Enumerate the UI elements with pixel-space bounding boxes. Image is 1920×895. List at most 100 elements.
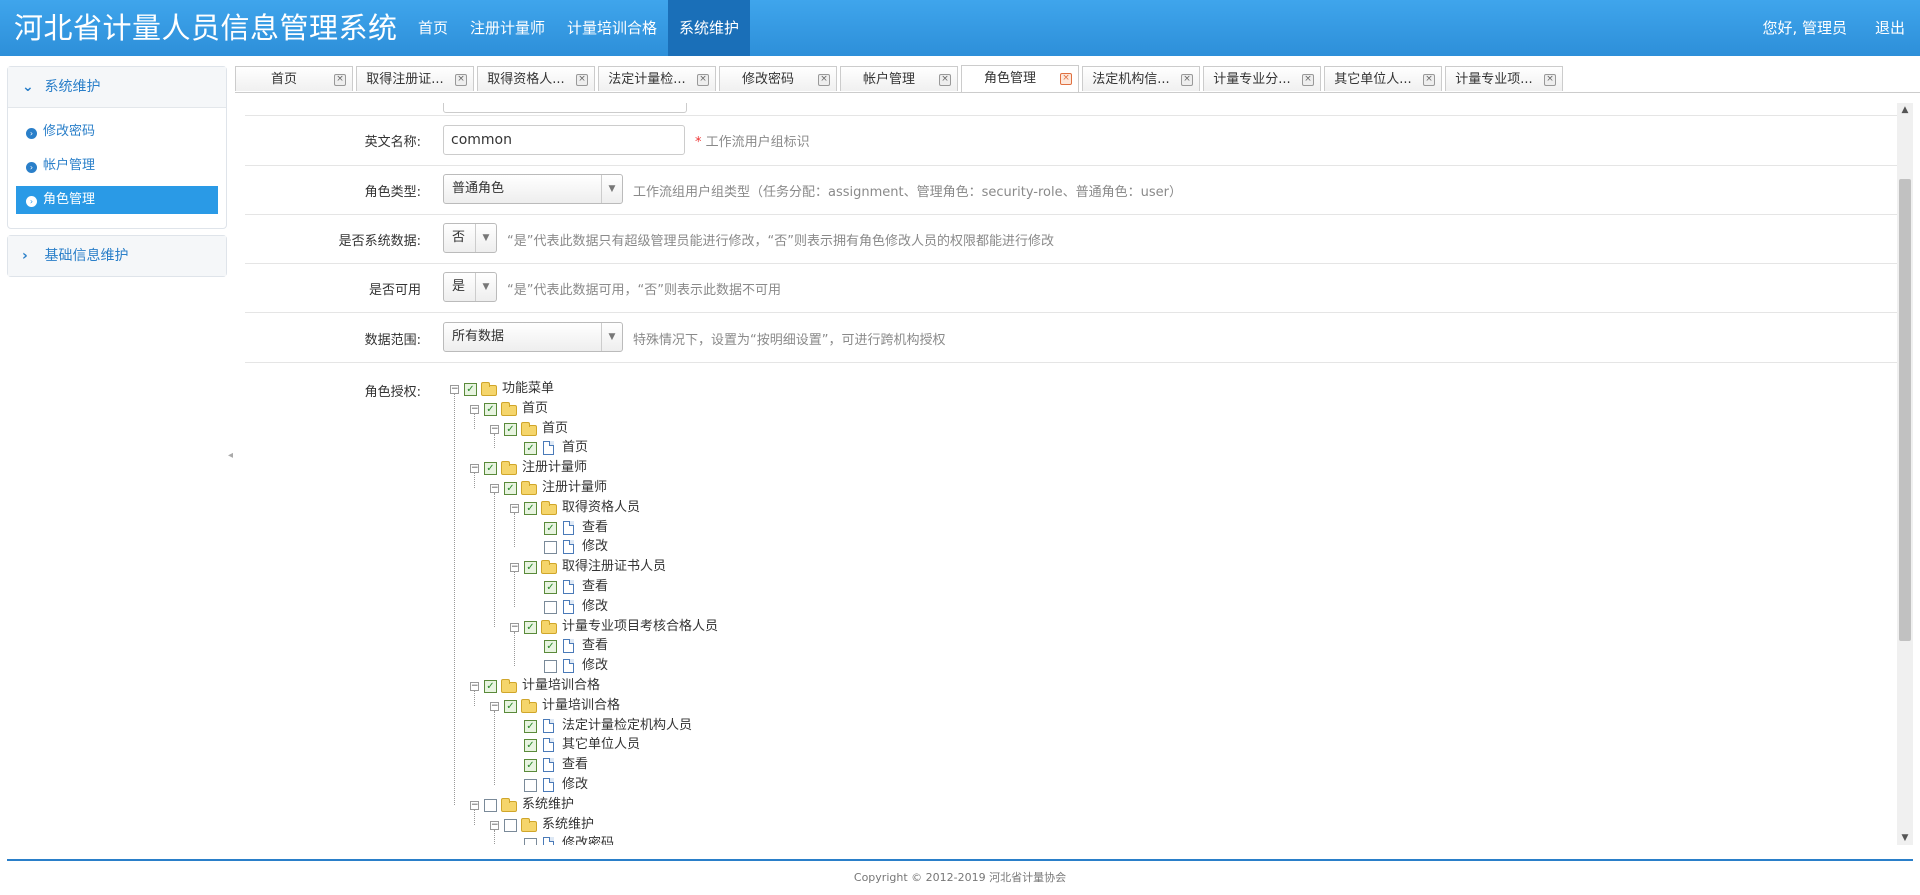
tree-checkbox[interactable]: ✓ [504, 422, 517, 436]
nav-item[interactable]: 系统维护 [668, 0, 751, 56]
tab[interactable]: 法定计量检... × [598, 66, 716, 91]
sidebar-panel-system-header[interactable]: ⌄ 系统维护 [8, 67, 226, 108]
tree-node-label[interactable]: 查看 [582, 518, 608, 538]
tree-checkbox[interactable]: ✓ [544, 640, 557, 654]
close-icon[interactable]: × [455, 74, 467, 86]
text-input-partial[interactable] [443, 103, 687, 113]
dropdown-arrow-icon[interactable]: ▼ [601, 175, 622, 203]
dropdown-arrow-icon[interactable]: ▼ [601, 323, 622, 351]
tree-node-label[interactable]: 首页 [522, 399, 548, 419]
tree-checkbox[interactable]: ✓ [464, 383, 477, 396]
sidebar-item[interactable]: › 角色管理 [16, 186, 218, 214]
tree-node-label[interactable]: 修改密码 [562, 834, 614, 845]
close-icon[interactable]: × [1544, 74, 1556, 86]
tree-checkbox[interactable]: ✓ [524, 759, 537, 773]
tree-node-label[interactable]: 修改 [582, 537, 608, 557]
nav-item[interactable]: 计量培训合格 [556, 0, 668, 56]
tree-node-label[interactable]: 查看 [562, 755, 588, 775]
collapse-minus-icon[interactable]: − [450, 385, 459, 394]
tree-checkbox[interactable]: ✓ [544, 521, 557, 535]
collapse-minus-icon[interactable]: − [490, 424, 499, 434]
tree-checkbox[interactable] [544, 600, 557, 614]
tree-checkbox[interactable]: ✓ [484, 680, 497, 693]
collapse-handle-icon[interactable]: ◂ [228, 450, 234, 462]
close-icon[interactable]: × [334, 74, 346, 86]
user-greeting[interactable]: 您好, 管理员 [1762, 0, 1847, 56]
english-name-input[interactable]: common [443, 125, 685, 155]
tree-node-label[interactable]: 注册计量师 [542, 478, 607, 498]
tree-checkbox[interactable]: ✓ [484, 462, 497, 476]
close-icon[interactable]: × [697, 74, 709, 86]
dropdown-arrow-icon[interactable]: ▼ [475, 273, 496, 301]
collapse-minus-icon[interactable]: − [510, 563, 519, 573]
tree-checkbox[interactable]: ✓ [504, 699, 517, 713]
tab[interactable]: 法定机构信... × [1082, 66, 1200, 91]
tab[interactable]: 计量专业分... × [1203, 66, 1321, 91]
tree-checkbox[interactable] [544, 660, 557, 674]
tree-node-label[interactable]: 法定计量检定机构人员 [562, 716, 692, 736]
sidebar-item[interactable]: › 帐户管理 [16, 152, 218, 180]
tree-checkbox[interactable]: ✓ [524, 561, 537, 575]
tree-checkbox[interactable] [524, 779, 537, 792]
nav-item[interactable]: 首页 [407, 0, 459, 56]
collapse-minus-icon[interactable]: − [470, 800, 479, 810]
close-icon[interactable]: × [1302, 74, 1314, 86]
is-enabled-select[interactable]: 是 ▼ [443, 272, 497, 302]
collapse-minus-icon[interactable]: − [490, 701, 499, 711]
close-icon[interactable]: × [1181, 74, 1193, 86]
tree-checkbox[interactable]: ✓ [544, 581, 557, 594]
scrollbar-thumb[interactable] [1899, 179, 1911, 641]
tree-node-label[interactable]: 系统维护 [522, 795, 574, 815]
tree-checkbox[interactable]: ✓ [524, 501, 537, 515]
tree-node-label[interactable]: 系统维护 [542, 815, 594, 835]
tree-node-label[interactable]: 其它单位人员 [562, 735, 640, 755]
tree-checkbox[interactable]: ✓ [524, 442, 537, 456]
tree-node-label[interactable]: 首页 [562, 438, 588, 458]
tree-checkbox[interactable]: ✓ [484, 402, 497, 416]
tree-checkbox[interactable]: ✓ [524, 719, 537, 733]
tree-node-label[interactable]: 计量培训合格 [522, 676, 600, 696]
tree-node-label[interactable]: 查看 [582, 577, 608, 597]
collapse-minus-icon[interactable]: − [470, 682, 479, 691]
tree-checkbox[interactable]: ✓ [524, 620, 537, 634]
tree-node-label[interactable]: 计量专业项目考核合格人员 [562, 617, 718, 637]
tree-node-label[interactable]: 修改 [582, 597, 608, 617]
close-icon[interactable]: × [818, 74, 830, 86]
tree-node-label[interactable]: 修改 [562, 775, 588, 795]
vertical-scrollbar[interactable]: ▲ ▼ [1897, 103, 1913, 845]
sidebar-panel-basic-info-header[interactable]: › 基础信息维护 [8, 236, 226, 276]
role-type-select[interactable]: 普通角色 ▼ [443, 174, 623, 204]
collapse-minus-icon[interactable]: − [470, 404, 479, 414]
close-icon[interactable]: × [1423, 74, 1435, 86]
tree-checkbox[interactable] [484, 798, 497, 812]
tree-node-label[interactable]: 取得注册证书人员 [562, 557, 666, 577]
tree-node-label[interactable]: 查看 [582, 636, 608, 656]
collapse-minus-icon[interactable]: − [490, 820, 499, 830]
scroll-up-arrow-icon[interactable]: ▲ [1897, 103, 1913, 117]
close-icon[interactable]: × [1060, 73, 1072, 85]
data-scope-select[interactable]: 所有数据 ▼ [443, 322, 623, 352]
tree-node-label[interactable]: 计量培训合格 [542, 696, 620, 716]
logout-link[interactable]: 退出 [1875, 0, 1905, 56]
tree-checkbox[interactable] [504, 818, 517, 832]
tree-node-label[interactable]: 功能菜单 [502, 379, 554, 399]
tab[interactable]: 其它单位人... × [1324, 66, 1442, 91]
collapse-minus-icon[interactable]: − [470, 464, 479, 474]
tree-checkbox[interactable]: ✓ [504, 482, 517, 495]
tree-node-label[interactable]: 首页 [542, 419, 568, 439]
tree-node-label[interactable]: 取得资格人员 [562, 498, 640, 518]
tree-node-label[interactable]: 注册计量师 [522, 458, 587, 478]
tree-checkbox[interactable]: ✓ [524, 739, 537, 753]
tree-checkbox[interactable] [524, 838, 537, 845]
collapse-minus-icon[interactable]: − [510, 503, 519, 513]
tab[interactable]: 首页 × [235, 66, 353, 91]
tab[interactable]: 帐户管理 × [840, 66, 958, 91]
tab[interactable]: 取得注册证... × [356, 66, 474, 91]
tab[interactable]: 修改密码 × [719, 66, 837, 91]
tab[interactable]: 取得资格人... × [477, 66, 595, 91]
is-system-select[interactable]: 否 ▼ [443, 223, 497, 253]
dropdown-arrow-icon[interactable]: ▼ [475, 224, 496, 252]
tree-checkbox[interactable] [544, 541, 557, 555]
scroll-down-arrow-icon[interactable]: ▼ [1897, 831, 1913, 845]
collapse-minus-icon[interactable]: − [510, 622, 519, 632]
